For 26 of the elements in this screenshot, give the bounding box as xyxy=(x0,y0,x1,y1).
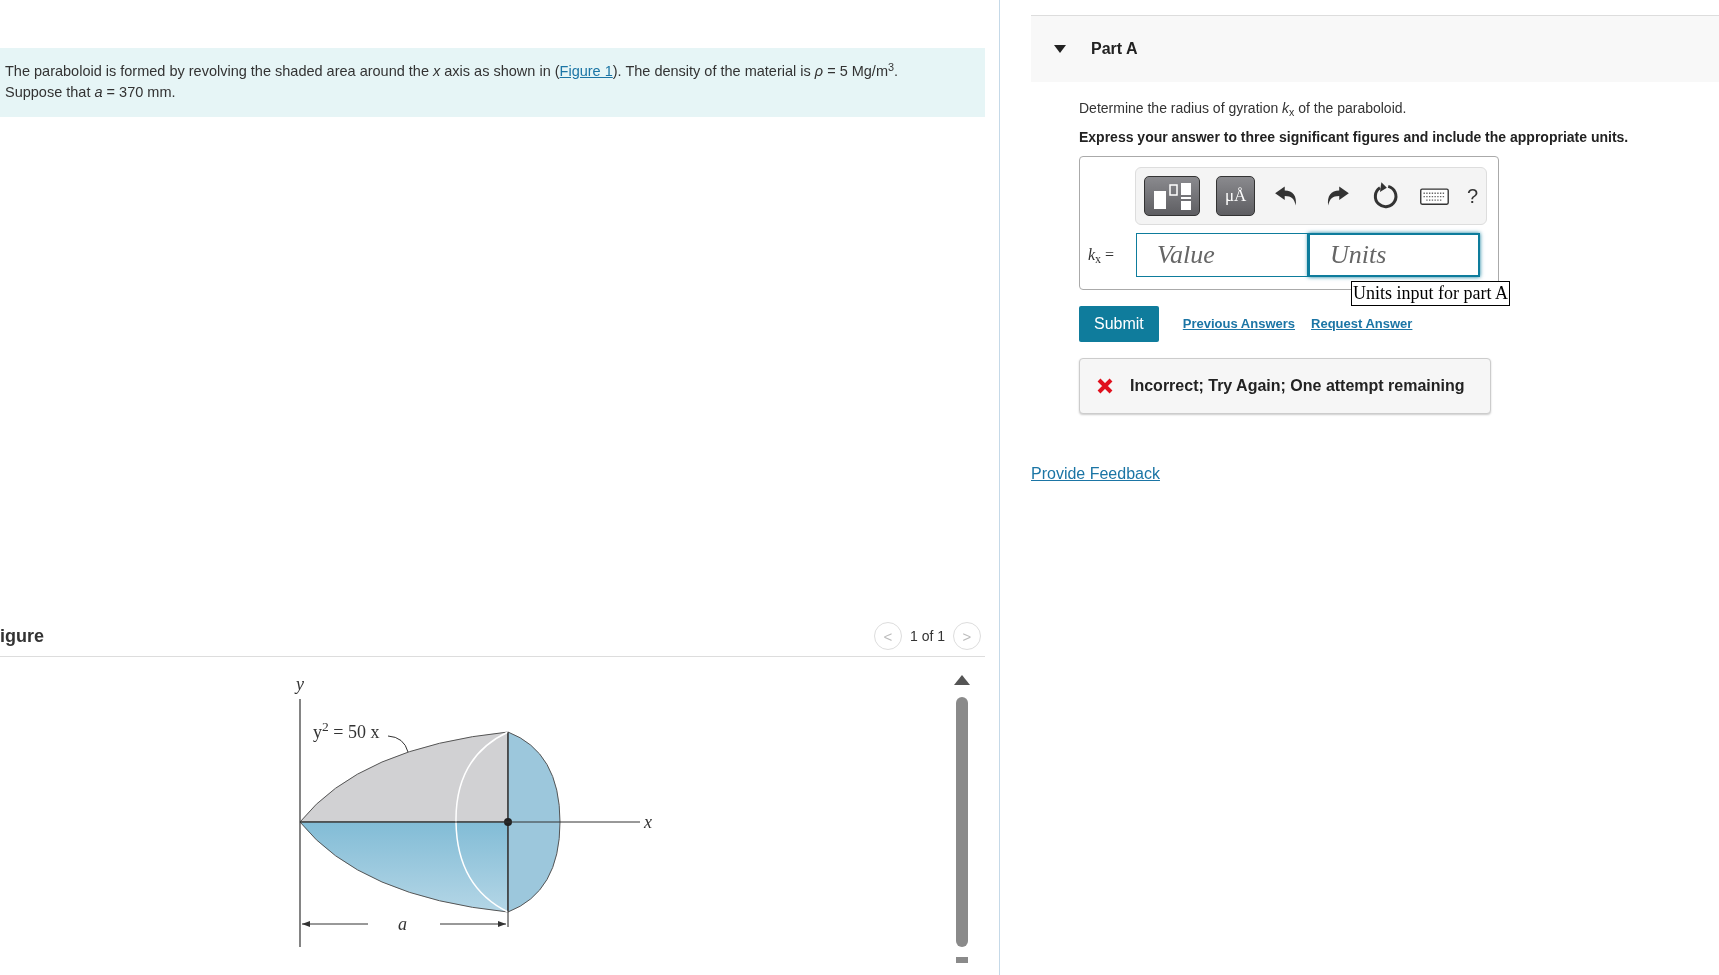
figure-link[interactable]: Figure 1 xyxy=(559,63,613,79)
instruction-text: Express your answer to three significant figures and include the appropriate units. xyxy=(1079,128,1630,147)
feedback-link[interactable]: Provide Feedback xyxy=(1031,465,1160,482)
answer-label: k$_{x}$ = xyxy=(1088,245,1116,267)
page-counter: 1 of 1 xyxy=(909,626,945,646)
problem-statement: The paraboloid is formed by revolving the shaded area around the x axis as shown in (Figure 1). The density of the material is ρ = 5 Mg/m$^{3}$. xyxy=(5,61,900,81)
units-input[interactable]: Units xyxy=(1308,233,1480,277)
dimension-label: a xyxy=(398,915,407,934)
collapse-icon[interactable] xyxy=(1053,44,1067,54)
axis-label: y xyxy=(296,675,304,694)
units-button[interactable]: μÅ xyxy=(1216,176,1256,216)
problem-statement: Suppose that a = 370 mm. xyxy=(5,83,177,102)
figure-title: igure xyxy=(0,625,44,649)
text-link[interactable]: Previous Answers xyxy=(1182,314,1296,334)
templates-button[interactable] xyxy=(1144,176,1201,216)
part-title[interactable]: Part A xyxy=(1091,37,1138,61)
feedback-message: Incorrect; Try Again; One attempt remaining xyxy=(1079,358,1491,414)
help-button[interactable]: ? xyxy=(1466,181,1479,211)
value-input[interactable]: Value xyxy=(1136,233,1308,277)
axis-label: x xyxy=(644,813,652,832)
error-icon xyxy=(1096,377,1114,395)
text-link[interactable]: Request Answer xyxy=(1311,314,1413,334)
question-text: Determine the radius of gyration k$_{x}$ of the paraboloid. xyxy=(1079,99,1408,119)
submit-button[interactable]: Submit xyxy=(1079,306,1159,342)
equation-label: y$^{2}$ = 50 x xyxy=(313,723,380,742)
tooltip: Units input for part A xyxy=(1351,281,1510,307)
